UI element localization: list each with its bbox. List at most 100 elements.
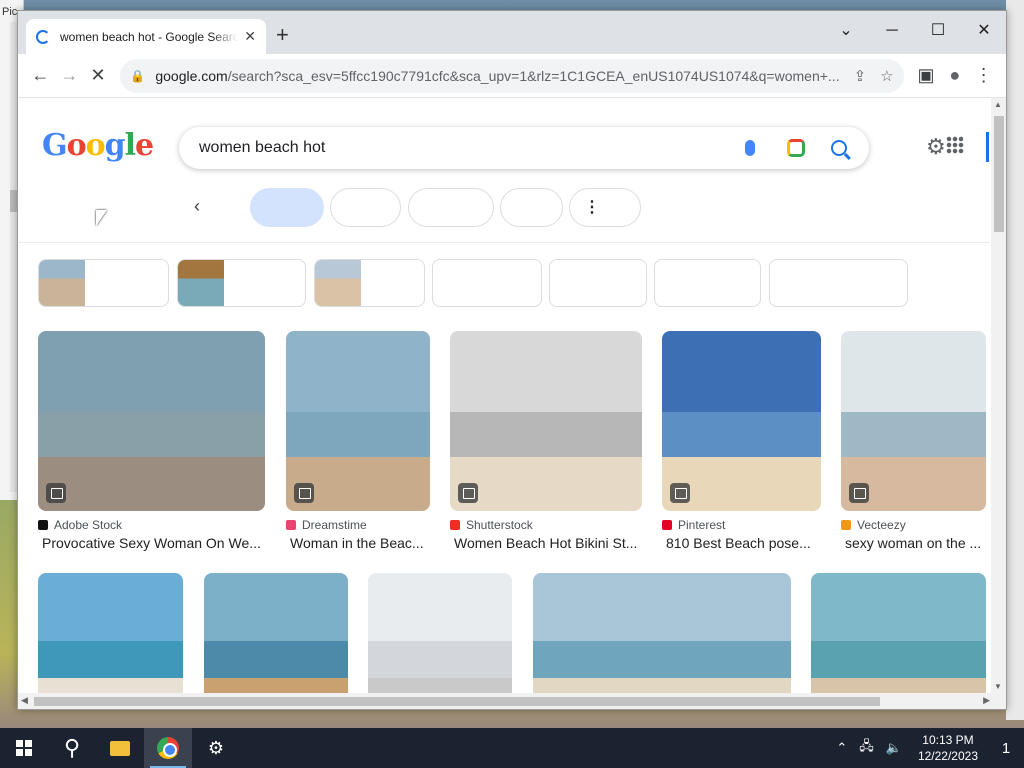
- result-source[interactable]: Vecteezy: [841, 518, 906, 532]
- photo-sky: [38, 331, 265, 412]
- more-filters-chip[interactable]: ⋮: [569, 188, 641, 227]
- related-search-chip[interactable]: [177, 259, 306, 307]
- image-result-thumbnail[interactable]: [204, 573, 348, 709]
- source-name: Dreamstime: [302, 518, 367, 532]
- bookmark-star-icon[interactable]: ☆: [880, 67, 893, 85]
- address-bar[interactable]: 🔒 google.com/search?sca_esv=5ffcc190c779…: [120, 58, 904, 93]
- result-source[interactable]: Dreamstime: [286, 518, 367, 532]
- image-result-thumbnail[interactable]: [841, 331, 986, 511]
- result-source[interactable]: Pinterest: [662, 518, 725, 532]
- image-result-thumbnail[interactable]: [811, 573, 986, 709]
- settings-taskbar-icon[interactable]: ⚙: [192, 728, 240, 768]
- taskbar: ⚲ ⚙ ⌃ 🖧 🔈 10:13 PM 12/22/2023 1: [0, 728, 1024, 768]
- vertical-scrollbar[interactable]: ▲ ▼: [991, 98, 1006, 709]
- scroll-down-arrow-icon[interactable]: ▼: [994, 682, 1002, 691]
- volume-icon[interactable]: 🔈: [886, 740, 902, 756]
- scroll-left-arrow-icon[interactable]: ◀: [21, 695, 28, 706]
- back-button[interactable]: ←: [26, 60, 55, 92]
- settings-gear-icon[interactable]: ⚙: [926, 134, 946, 160]
- chevron-left-icon[interactable]: ‹: [194, 196, 200, 217]
- result-title[interactable]: Woman in the Beac...: [290, 535, 430, 551]
- minimize-button[interactable]: ─: [869, 17, 915, 45]
- search-results-page: Google women beach hot ⚙ ‹ ⋮ Adobe Stock…: [18, 98, 1006, 709]
- search-box[interactable]: women beach hot: [179, 127, 869, 169]
- search-icon[interactable]: [831, 140, 847, 156]
- image-result-thumbnail[interactable]: [662, 331, 821, 511]
- chrome-window: women beach hot - Google Search ✕ + ⌄ ─ …: [17, 10, 1007, 710]
- horizontal-scrollbar[interactable]: ◀ ▶: [18, 693, 993, 709]
- filter-chip[interactable]: [408, 188, 494, 227]
- result-title[interactable]: Provocative Sexy Woman On We...: [42, 535, 265, 551]
- result-source[interactable]: Shutterstock: [450, 518, 533, 532]
- url-text[interactable]: google.com/search?sca_esv=5ffcc190c7791c…: [155, 68, 839, 84]
- start-button[interactable]: [0, 728, 48, 768]
- forward-button[interactable]: →: [55, 60, 84, 92]
- logo-letter: G: [42, 128, 68, 163]
- active-tab[interactable]: women beach hot - Google Search ✕: [26, 19, 266, 54]
- tray-overflow-icon[interactable]: ⌃: [836, 740, 847, 756]
- image-type-icon: [670, 483, 690, 503]
- google-lens-icon[interactable]: [787, 139, 805, 157]
- close-window-button[interactable]: ✕: [961, 17, 1006, 45]
- scroll-up-arrow-icon[interactable]: ▲: [994, 100, 1002, 109]
- notification-center-icon[interactable]: 1: [988, 740, 1024, 757]
- tab-search-icon[interactable]: ⌄: [823, 17, 869, 45]
- result-title[interactable]: 810 Best Beach pose...: [666, 535, 821, 551]
- share-icon[interactable]: ⇪: [854, 67, 867, 85]
- related-search-chip[interactable]: [769, 259, 908, 307]
- related-search-chip[interactable]: [314, 259, 425, 307]
- filter-chip[interactable]: [500, 188, 563, 227]
- profile-icon[interactable]: ●: [940, 60, 969, 92]
- microphone-icon[interactable]: [745, 140, 755, 156]
- related-search-chip[interactable]: [549, 259, 647, 307]
- chrome-icon: [157, 737, 179, 759]
- related-search-chip[interactable]: [654, 259, 761, 307]
- photo-sea: [38, 412, 265, 457]
- image-result-thumbnail[interactable]: [450, 331, 642, 511]
- search-input[interactable]: women beach hot: [199, 139, 745, 157]
- new-tab-button[interactable]: +: [276, 23, 289, 47]
- background-window-right: [1006, 0, 1024, 720]
- image-result-thumbnail[interactable]: [38, 331, 265, 511]
- result-source[interactable]: Adobe Stock: [38, 518, 122, 532]
- photo-sky: [368, 573, 512, 641]
- source-name: Shutterstock: [466, 518, 533, 532]
- related-search-chip[interactable]: [432, 259, 542, 307]
- logo-letter: o: [66, 128, 87, 163]
- related-search-chip[interactable]: [38, 259, 169, 307]
- sign-in-button-edge[interactable]: [986, 132, 989, 162]
- maximize-button[interactable]: ☐: [915, 17, 961, 45]
- windows-logo-icon: [16, 740, 32, 756]
- stop-loading-button[interactable]: ✕: [84, 60, 113, 92]
- filter-chip[interactable]: [330, 188, 401, 227]
- photo-sand: [38, 457, 265, 511]
- logo-letter: g: [104, 128, 126, 163]
- photo-sea: [38, 640, 183, 678]
- url-domain: google.com: [155, 67, 228, 84]
- horizontal-scroll-thumb[interactable]: [34, 697, 880, 706]
- logo-letter: l: [124, 128, 136, 163]
- clock[interactable]: 10:13 PM 12/22/2023: [918, 732, 978, 764]
- photo-sky: [811, 573, 986, 641]
- taskbar-search-icon[interactable]: ⚲: [48, 728, 96, 768]
- result-title[interactable]: sexy woman on the ...: [845, 535, 986, 551]
- result-title[interactable]: Women Beach Hot Bikini St...: [454, 535, 642, 551]
- image-result-thumbnail[interactable]: [38, 573, 183, 709]
- photo-sea: [450, 412, 642, 457]
- tab-close-icon[interactable]: ✕: [244, 28, 256, 45]
- google-logo[interactable]: Google: [42, 128, 154, 163]
- image-result-thumbnail[interactable]: [286, 331, 430, 511]
- scroll-right-arrow-icon[interactable]: ▶: [983, 695, 990, 706]
- file-explorer-button[interactable]: [96, 728, 144, 768]
- chrome-menu-icon[interactable]: ⋮: [969, 60, 998, 92]
- clock-time: 10:13 PM: [922, 733, 974, 747]
- lock-icon[interactable]: 🔒: [130, 69, 145, 83]
- image-result-thumbnail[interactable]: [533, 573, 791, 709]
- network-icon[interactable]: 🖧: [859, 737, 874, 759]
- image-result-thumbnail[interactable]: [368, 573, 512, 709]
- chrome-taskbar-button[interactable]: [144, 728, 192, 768]
- filter-chip-selected[interactable]: [250, 188, 324, 227]
- side-panel-icon[interactable]: ▣: [912, 60, 941, 92]
- google-apps-icon[interactable]: [946, 136, 964, 154]
- vertical-scroll-thumb[interactable]: [994, 116, 1004, 232]
